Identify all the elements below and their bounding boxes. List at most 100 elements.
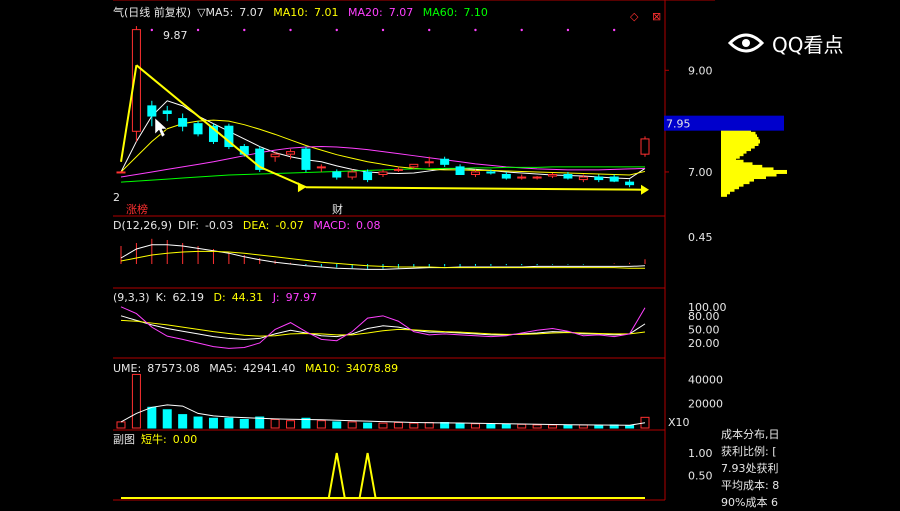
- price-axis-label: 9.00: [688, 64, 713, 77]
- sub-panel-header: 副图 短牛: 0.00: [113, 432, 203, 447]
- kdj-panel-name: (9,3,3): [113, 291, 150, 304]
- volume-bar: [563, 424, 573, 429]
- price-axis-label: 7.00: [688, 166, 713, 179]
- volume-bar: [393, 422, 403, 429]
- volume-bar: [532, 424, 542, 429]
- stock-chart-window: 9.008.007.007.950.45100.0080.0050.0020.0…: [113, 0, 787, 506]
- candle-body: [286, 151, 296, 155]
- candle-body: [347, 171, 357, 178]
- candle-body: [270, 153, 280, 158]
- volume-panel-header: UME: 87573.08 MA5: 42941.40 MA10: 34078.89: [113, 361, 404, 376]
- event-marker-dot: [196, 28, 200, 32]
- candle-body: [578, 176, 588, 181]
- candle-body: [532, 176, 542, 179]
- candle-body: [517, 176, 527, 179]
- vol-ma5-value: 42941.40: [242, 362, 296, 375]
- volume-value: 87573.08: [147, 362, 200, 375]
- k-value: 62.19: [172, 291, 205, 304]
- short-bull-pulse: [327, 452, 346, 499]
- cost-distribution-info: 成本分布,日 获利比例: [ 7.93处获利 平均成本: 8 90%成本 6: [721, 426, 787, 511]
- candle-body: [332, 171, 342, 178]
- macd-axis-label: 0.45: [688, 231, 713, 244]
- volume-bar: [486, 423, 496, 429]
- volume-bar: [270, 418, 280, 429]
- kdj-axis-label: 80.00: [688, 310, 720, 323]
- volume-bar: [640, 416, 650, 429]
- j-line: [120, 306, 646, 349]
- ma10-label: MA10:: [273, 6, 308, 19]
- chart-canvas[interactable]: 9.008.007.007.950.45100.0080.0050.0020.0…: [113, 0, 787, 506]
- event-marker-dot: [243, 28, 246, 32]
- qq-kandian-logo: QQ看点: [726, 28, 843, 58]
- cost-line: 平均成本: 8: [721, 479, 780, 492]
- volume-bar: [409, 422, 419, 429]
- price-panel-header: 气(日线 前复权) ▽MA5: 7.07 MA10: 7.01 MA20: 7.07 M…: [113, 5, 494, 20]
- cost-line: 7.93处获利: [721, 462, 779, 475]
- dif-value: -0.03: [204, 219, 234, 232]
- k-label: K:: [155, 291, 167, 304]
- price-panel-title: 气(日线 前复权): [113, 6, 192, 19]
- d-label: D:: [213, 291, 226, 304]
- candle-body: [301, 148, 311, 170]
- volume-bar: [147, 406, 157, 429]
- close-icon[interactable]: ⊠: [652, 10, 661, 23]
- candle-body: [470, 171, 480, 175]
- candle-body: [147, 105, 157, 117]
- macd-panel-header: D(12,26,9) DIF: -0.03 DEA: -0.07 MACD: 0.08: [113, 218, 387, 233]
- volume-bar: [193, 416, 203, 429]
- cost-line: 成本分布,日: [721, 428, 780, 441]
- volume-bar: [332, 421, 342, 429]
- d-value: 44.31: [231, 291, 264, 304]
- volume-bar: [501, 423, 511, 429]
- dif-label: DIF:: [178, 219, 199, 232]
- candle-body: [440, 158, 450, 165]
- candle-body: [563, 174, 573, 179]
- candle-body: [501, 174, 511, 179]
- volume-bar: [363, 422, 373, 429]
- left-edge-label: 2: [113, 191, 120, 204]
- j-label: J:: [272, 291, 280, 304]
- cost-line: 获利比例: [: [721, 445, 777, 458]
- volume-bar: [239, 418, 249, 429]
- zhangbang-tag[interactable]: 涨榜: [126, 203, 148, 216]
- volume-bar: [470, 423, 480, 429]
- cost-distribution-bar: [721, 192, 727, 197]
- diamond-icon[interactable]: ◇: [630, 10, 638, 23]
- sub-axis-label: 1.00: [688, 447, 713, 460]
- current-price-label: 7.95: [666, 118, 691, 131]
- candle-body: [486, 171, 496, 174]
- sub-panel-name: 副图: [113, 433, 135, 446]
- candle-body: [424, 161, 434, 164]
- event-marker-dot: [428, 28, 431, 32]
- short-value: 0.00: [172, 433, 198, 446]
- volume-bar: [517, 423, 527, 429]
- volume-bar: [378, 422, 388, 429]
- right-letterbox: [787, 0, 900, 506]
- volume-bar: [455, 423, 465, 429]
- volume-bar: [178, 414, 188, 429]
- event-marker-dot: [381, 28, 385, 32]
- volume-bar: [578, 424, 588, 429]
- short-bull-pulse: [358, 452, 377, 499]
- candle-body: [609, 176, 619, 182]
- event-marker-dot: [612, 28, 616, 32]
- candle-body: [640, 138, 650, 155]
- ma5-label: ▽MA5:: [197, 6, 234, 19]
- macd-panel-name: D(12,26,9): [113, 219, 173, 232]
- candle-body: [178, 118, 188, 127]
- qq-kandian-icon: [727, 33, 765, 53]
- kdj-axis-label: 20.00: [688, 337, 720, 350]
- trend-arrowhead: [297, 182, 306, 193]
- volume-bar: [286, 420, 296, 429]
- volume-bar: [208, 417, 218, 429]
- sub-axis-label: 0.50: [688, 470, 713, 483]
- k-line: [120, 315, 646, 340]
- trend-line: [305, 186, 646, 191]
- kdj-axis-label: 50.00: [688, 323, 720, 336]
- volume-panel-name: UME:: [113, 362, 142, 375]
- mouse-cursor-icon: [154, 117, 168, 138]
- cai-tag[interactable]: 财: [332, 203, 343, 216]
- volume-bar: [316, 420, 326, 429]
- ma20-label: MA20:: [348, 6, 383, 19]
- candle-body: [378, 171, 388, 175]
